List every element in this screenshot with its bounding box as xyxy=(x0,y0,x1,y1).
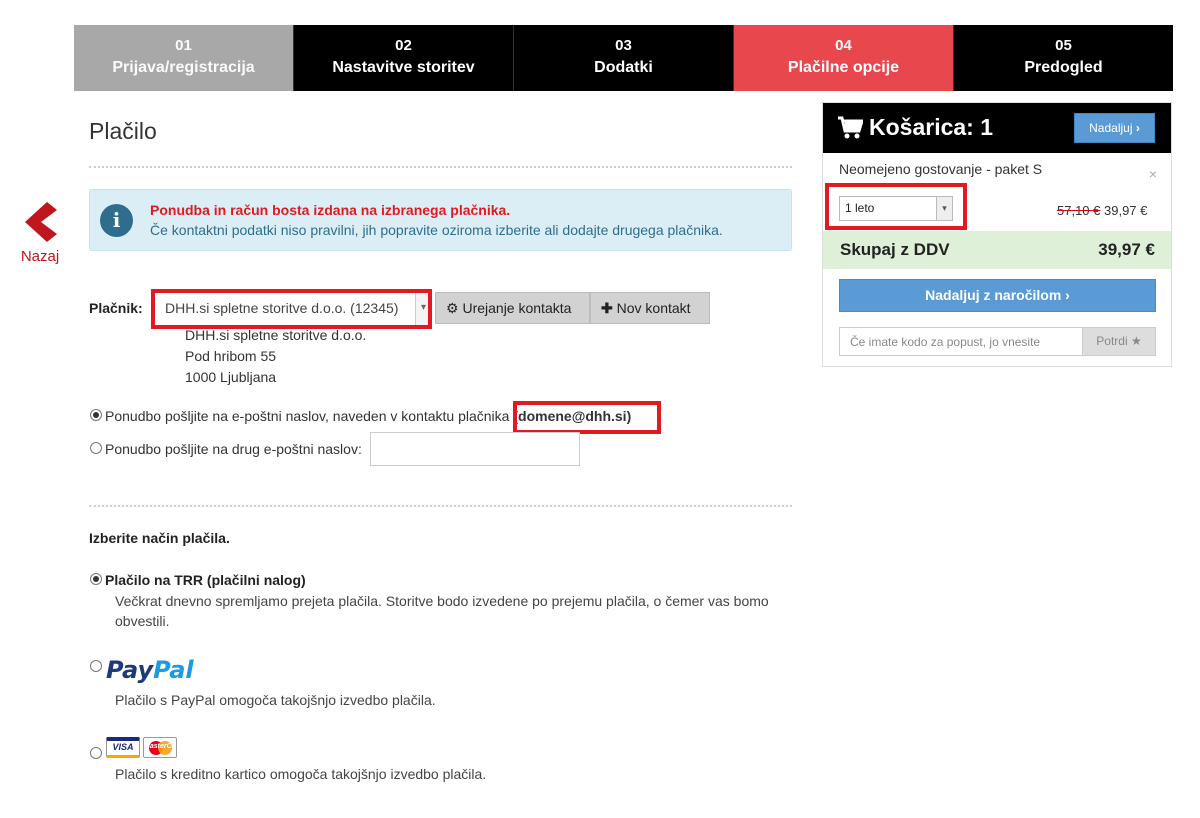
payment-method-heading: Izberite način plačila. xyxy=(89,530,230,546)
offer-email-contact-label: Ponudbo pošljite na e-poštni naslov, nav… xyxy=(105,408,631,424)
divider xyxy=(89,166,792,168)
chevron-down-icon: ▾ xyxy=(936,197,952,220)
billing-period-select[interactable]: 1 leto ▾ xyxy=(839,196,953,221)
continue-small-button[interactable]: Nadaljuj › xyxy=(1074,113,1155,143)
new-price: 39,97 € xyxy=(1104,203,1148,218)
paypal-logo-part: Pay xyxy=(106,656,154,684)
total-value: 39,97 € xyxy=(1098,240,1155,259)
old-price: 57,10 € xyxy=(1057,203,1101,218)
payment-paypal-radio[interactable] xyxy=(90,660,102,672)
mastercard-icon: MasterCard xyxy=(143,737,177,758)
alert-title: Ponudba in račun bosta izdana na izbrane… xyxy=(150,202,511,218)
mastercard-label: MasterCard xyxy=(144,743,176,750)
info-alert: i Ponudba in račun bosta izdana na izbra… xyxy=(89,189,792,251)
billing-period-value: 1 leto xyxy=(845,201,875,215)
contact-email: (domene@dhh.si) xyxy=(513,408,632,424)
step-label: Predogled xyxy=(1024,59,1103,76)
new-contact-button[interactable]: ✚ Nov kontakt xyxy=(590,292,710,324)
step-label: Dodatki xyxy=(594,59,653,76)
step-number: 03 xyxy=(615,37,632,54)
step-service-settings[interactable]: 02 Nastavitve storitev xyxy=(294,25,514,91)
step-payment-options[interactable]: 04 Plačilne opcije xyxy=(734,25,954,91)
checkout-steps: 01 Prijava/registracija 02 Nastavitve st… xyxy=(74,25,1173,91)
step-label: Prijava/registracija xyxy=(112,59,255,76)
cart-icon xyxy=(838,116,863,138)
payment-card-radio[interactable] xyxy=(90,747,102,759)
payer-label: Plačnik: xyxy=(89,300,143,316)
new-contact-label: Nov kontakt xyxy=(616,300,691,316)
continue-order-button[interactable]: Nadaljuj z naročilom › xyxy=(839,279,1156,312)
offer-email-other-label: Ponudbo pošljite na drug e-poštni naslov… xyxy=(105,441,362,457)
cart-title: Košarica: 1 xyxy=(837,114,993,141)
other-email-input[interactable] xyxy=(370,432,580,466)
remove-item-icon[interactable]: × xyxy=(1149,166,1157,182)
info-icon: i xyxy=(100,204,133,237)
payment-card-desc: Plačilo s kreditno kartico omogoča takoj… xyxy=(115,766,487,782)
back-label: Nazaj xyxy=(20,248,60,265)
step-login[interactable]: 01 Prijava/registracija xyxy=(74,25,294,91)
coupon-input[interactable] xyxy=(839,327,1083,356)
step-number: 04 xyxy=(835,37,852,54)
continue-order-label: Nadaljuj z naročilom xyxy=(925,287,1062,303)
step-number: 01 xyxy=(175,37,192,54)
payment-trr-desc: Večkrat dnevno spremljamo prejeta plačil… xyxy=(115,591,769,631)
star-icon: ★ xyxy=(1130,334,1142,348)
chevron-right-icon: › xyxy=(1065,287,1070,303)
total-label: Skupaj z DDV xyxy=(840,240,950,259)
coupon-submit-label: Potrdi xyxy=(1096,334,1128,348)
offer-email-other-radio[interactable] xyxy=(90,442,102,454)
step-preview[interactable]: 05 Predogled xyxy=(954,25,1173,91)
offer-email-contact-text: Ponudbo pošljite na e-poštni naslov, nav… xyxy=(105,408,510,424)
cart-panel: Košarica: 1 Nadaljuj › Neomejeno gostova… xyxy=(822,102,1172,367)
coupon-submit-button[interactable]: Potrdi ★ xyxy=(1083,327,1156,356)
address-line: Pod hribom 55 xyxy=(185,348,277,364)
payment-trr-title: Plačilo na TRR (plačilni nalog) xyxy=(105,572,306,588)
chevron-left-icon xyxy=(25,202,57,242)
paypal-logo-part: Pal xyxy=(153,656,194,684)
continue-small-label: Nadaljuj xyxy=(1089,121,1133,135)
cart-item-name: Neomejeno gostovanje - paket S xyxy=(839,161,1043,177)
edit-contact-button[interactable]: ⚙ Urejanje kontakta xyxy=(435,292,590,324)
step-number: 02 xyxy=(395,37,412,54)
edit-contact-label: Urejanje kontakta xyxy=(462,300,572,316)
address-line: 1000 Ljubljana xyxy=(185,369,277,385)
visa-icon: VISA xyxy=(106,737,140,758)
divider xyxy=(89,505,792,507)
step-label: Plačilne opcije xyxy=(787,59,900,76)
back-button[interactable]: Nazaj xyxy=(18,200,62,265)
plus-icon: ✚ xyxy=(601,300,613,316)
step-label: Nastavitve storitev xyxy=(332,59,475,76)
cart-title-text: Košarica: 1 xyxy=(869,114,994,140)
alert-text: Če kontaktni podatki niso pravilni, jih … xyxy=(150,222,723,238)
payment-paypal-desc: Plačilo s PayPal omogoča takojšnjo izved… xyxy=(115,692,436,708)
offer-email-contact-radio[interactable] xyxy=(90,409,102,421)
payment-trr-radio[interactable] xyxy=(90,573,102,585)
step-number: 05 xyxy=(1055,37,1072,54)
page-title: Plačilo xyxy=(89,118,157,144)
step-addons[interactable]: 03 Dodatki xyxy=(514,25,734,91)
gear-icon: ⚙ xyxy=(446,300,459,316)
paypal-logo: PayPal xyxy=(106,656,194,684)
address-line: DHH.si spletne storitve d.o.o. xyxy=(185,327,367,343)
desc-line: Večkrat dnevno spremljamo prejeta plačil… xyxy=(115,593,769,609)
cart-header: Košarica: 1 Nadaljuj › xyxy=(823,103,1171,153)
cart-total: Skupaj z DDV 39,97 € xyxy=(823,231,1171,269)
chevron-right-icon: › xyxy=(1135,121,1140,135)
payer-selected-value: DHH.si spletne storitve d.o.o. (12345) xyxy=(165,300,399,316)
credit-cards-logos: VISA MasterCard xyxy=(106,737,177,758)
payer-address: DHH.si spletne storitve d.o.o. Pod hribo… xyxy=(185,325,366,388)
chevron-down-icon: ▾ xyxy=(415,293,431,325)
desc-line: obvestili. xyxy=(115,613,170,629)
payer-select[interactable]: DHH.si spletne storitve d.o.o. (12345) ▾ xyxy=(152,292,432,326)
